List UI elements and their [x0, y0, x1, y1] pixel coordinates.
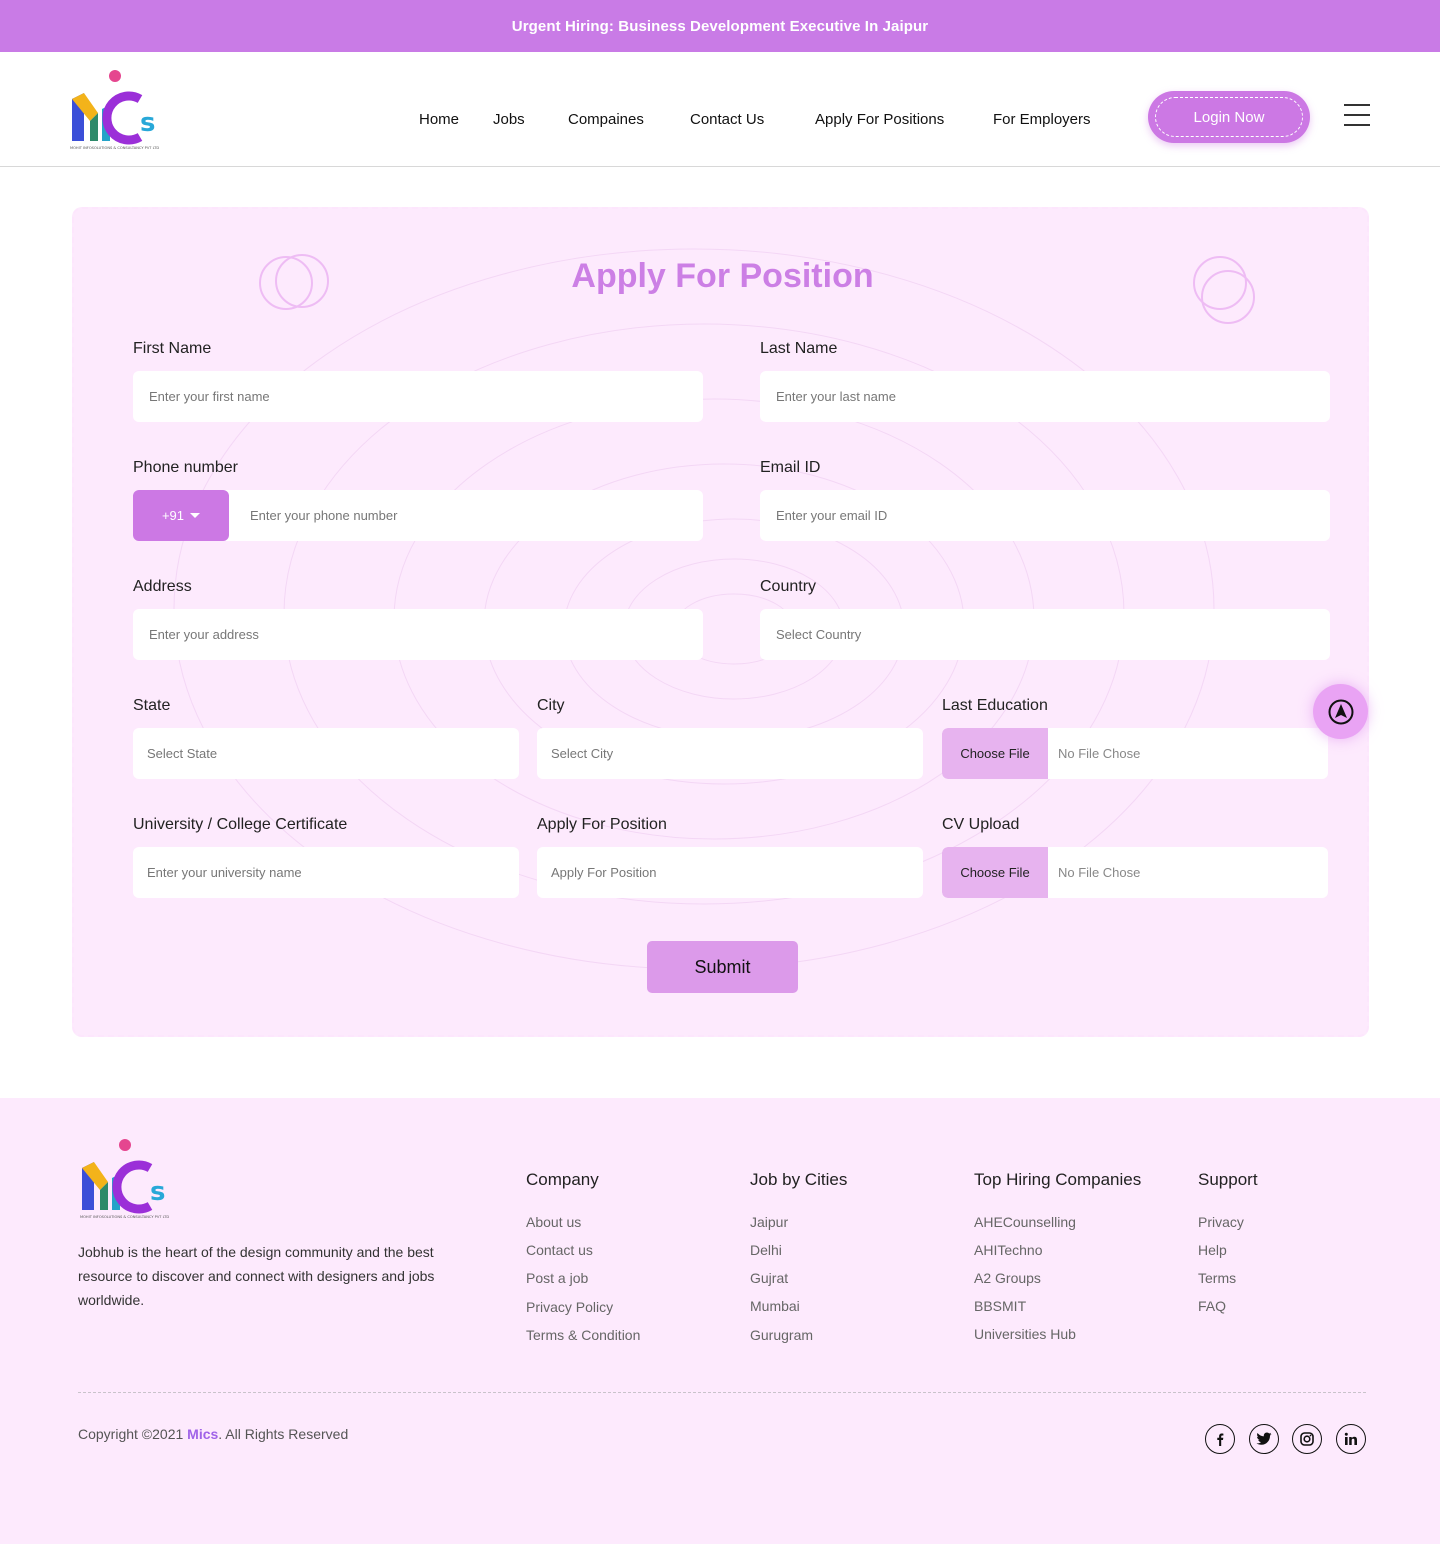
copyright-prefix: Copyright ©2021 [78, 1426, 188, 1442]
nav-companies[interactable]: Compaines [568, 111, 644, 128]
footer-link-mumbai[interactable]: Mumbai [750, 1298, 800, 1314]
country-select[interactable]: Select Country [760, 609, 1330, 660]
footer-link-help[interactable]: Help [1198, 1242, 1227, 1258]
logo-tagline: MOHIT INFOSOLUTIONS & CONSULTANCY PVT LT… [70, 146, 159, 150]
footer-cities-title: Job by Cities [750, 1170, 848, 1189]
country-code-dropdown[interactable]: +91 [133, 490, 229, 541]
footer-companies-title: Top Hiring Companies [974, 1170, 1142, 1189]
university-label: University / College Certificate [133, 816, 348, 833]
twitter-icon[interactable] [1249, 1424, 1279, 1454]
footer-link-ahitechno[interactable]: AHITechno [974, 1242, 1042, 1258]
apply-position-label: Apply For Position [537, 816, 667, 833]
email-label: Email ID [760, 459, 821, 476]
footer-logo-tagline: MOHIT INFOSOLUTIONS & CONSULTANCY PVT LT… [80, 1215, 169, 1219]
last-education-choose-file-button[interactable]: Choose File [942, 728, 1048, 779]
footer-link-universities-hub[interactable]: Universities Hub [974, 1326, 1076, 1342]
last-education-file-status: No File Chose [1058, 746, 1141, 761]
footer-link-jaipur[interactable]: Jaipur [750, 1214, 788, 1230]
footer-link-post-a-job[interactable]: Post a job [526, 1270, 588, 1286]
navigation-arrow-icon [1328, 699, 1353, 724]
nav-jobs[interactable]: Jobs [493, 111, 525, 128]
nav-home[interactable]: Home [419, 111, 459, 128]
footer-link-about-us[interactable]: About us [526, 1214, 581, 1230]
first-name-input[interactable]: Enter your first name [133, 371, 703, 422]
top-banner: Urgent Hiring: Business Development Exec… [0, 0, 1440, 52]
cv-file-input: Choose File No File Chose [942, 847, 1328, 898]
apply-form-card: Apply For Position First Name Enter your… [72, 207, 1369, 1037]
apply-position-input[interactable]: Apply For Position [537, 847, 923, 898]
footer-link-delhi[interactable]: Delhi [750, 1242, 782, 1258]
copyright-suffix: . All Rights Reserved [218, 1426, 349, 1442]
footer-link-contact-us[interactable]: Contact us [526, 1242, 593, 1258]
city-label: City [537, 697, 565, 714]
svg-text:s: s [140, 108, 155, 138]
form-title: Apply For Position [571, 257, 874, 295]
header: s MOHIT INFOSOLUTIONS & CONSULTANCY PVT … [0, 52, 1440, 167]
first-name-label: First Name [133, 340, 212, 357]
copyright-brand[interactable]: Mics [187, 1426, 218, 1442]
university-input[interactable]: Enter your university name [133, 847, 519, 898]
cv-choose-file-button[interactable]: Choose File [942, 847, 1048, 898]
phone-label: Phone number [133, 459, 238, 476]
banner-text[interactable]: Urgent Hiring: Business Development Exec… [512, 18, 928, 35]
last-name-label: Last Name [760, 340, 838, 357]
country-code-value: +91 [161, 508, 185, 523]
footer-link-gurugram[interactable]: Gurugram [750, 1327, 813, 1343]
footer-link-gujrat[interactable]: Gujrat [750, 1270, 788, 1286]
nav-for-employers[interactable]: For Employers [993, 111, 1091, 128]
footer-divider [78, 1392, 1366, 1393]
nav-contact-us[interactable]: Contact Us [690, 111, 764, 128]
footer-link-privacy-policy[interactable]: Privacy Policy [526, 1299, 613, 1315]
cv-upload-label: CV Upload [942, 816, 1020, 833]
login-button-label: Login Now [1193, 108, 1265, 126]
state-label: State [133, 697, 171, 714]
scroll-to-top-button[interactable] [1313, 684, 1368, 739]
address-input[interactable]: Enter your address [133, 609, 703, 660]
footer: s MOHIT INFOSOLUTIONS & CONSULTANCY PVT … [0, 1098, 1440, 1544]
state-select[interactable]: Select State [133, 728, 519, 779]
linkedin-icon[interactable] [1336, 1424, 1366, 1454]
footer-link-faq[interactable]: FAQ [1198, 1298, 1226, 1314]
footer-description: Jobhub is the heart of the design commun… [78, 1244, 435, 1308]
svg-text:s: s [150, 1177, 165, 1207]
last-education-label: Last Education [942, 697, 1048, 714]
footer-link-terms[interactable]: Terms [1198, 1270, 1236, 1286]
last-name-input[interactable]: Enter your last name [760, 371, 1330, 422]
footer-support-title: Support [1198, 1170, 1258, 1189]
logo[interactable]: s MOHIT INFOSOLUTIONS & CONSULTANCY PVT … [68, 69, 162, 151]
cv-file-status: No File Chose [1058, 865, 1141, 880]
country-label: Country [760, 578, 817, 595]
email-input[interactable]: Enter your email ID [760, 490, 1330, 541]
last-education-file-input: Choose File No File Chose [942, 728, 1328, 779]
footer-link-a2-groups[interactable]: A2 Groups [974, 1270, 1041, 1286]
menu-icon[interactable] [1344, 104, 1370, 126]
footer-company-title: Company [526, 1170, 599, 1189]
login-button[interactable]: Login Now [1148, 91, 1310, 143]
submit-button[interactable]: Submit [647, 941, 798, 993]
footer-link-bbsmit[interactable]: BBSMIT [974, 1298, 1026, 1314]
city-select[interactable]: Select City [537, 728, 923, 779]
footer-link-privacy[interactable]: Privacy [1198, 1214, 1244, 1230]
instagram-icon[interactable] [1292, 1424, 1322, 1454]
address-label: Address [133, 578, 192, 595]
copyright: Copyright ©2021 Mics. All Rights Reserve… [78, 1426, 348, 1442]
footer-link-ahecounselling[interactable]: AHECounselling [974, 1214, 1076, 1230]
caret-down-icon [190, 513, 201, 518]
footer-link-terms-condition[interactable]: Terms & Condition [526, 1327, 640, 1343]
footer-logo[interactable]: s MOHIT INFOSOLUTIONS & CONSULTANCY PVT … [78, 1138, 172, 1220]
facebook-icon[interactable] [1205, 1424, 1235, 1454]
nav-apply-for-positions[interactable]: Apply For Positions [815, 111, 944, 128]
